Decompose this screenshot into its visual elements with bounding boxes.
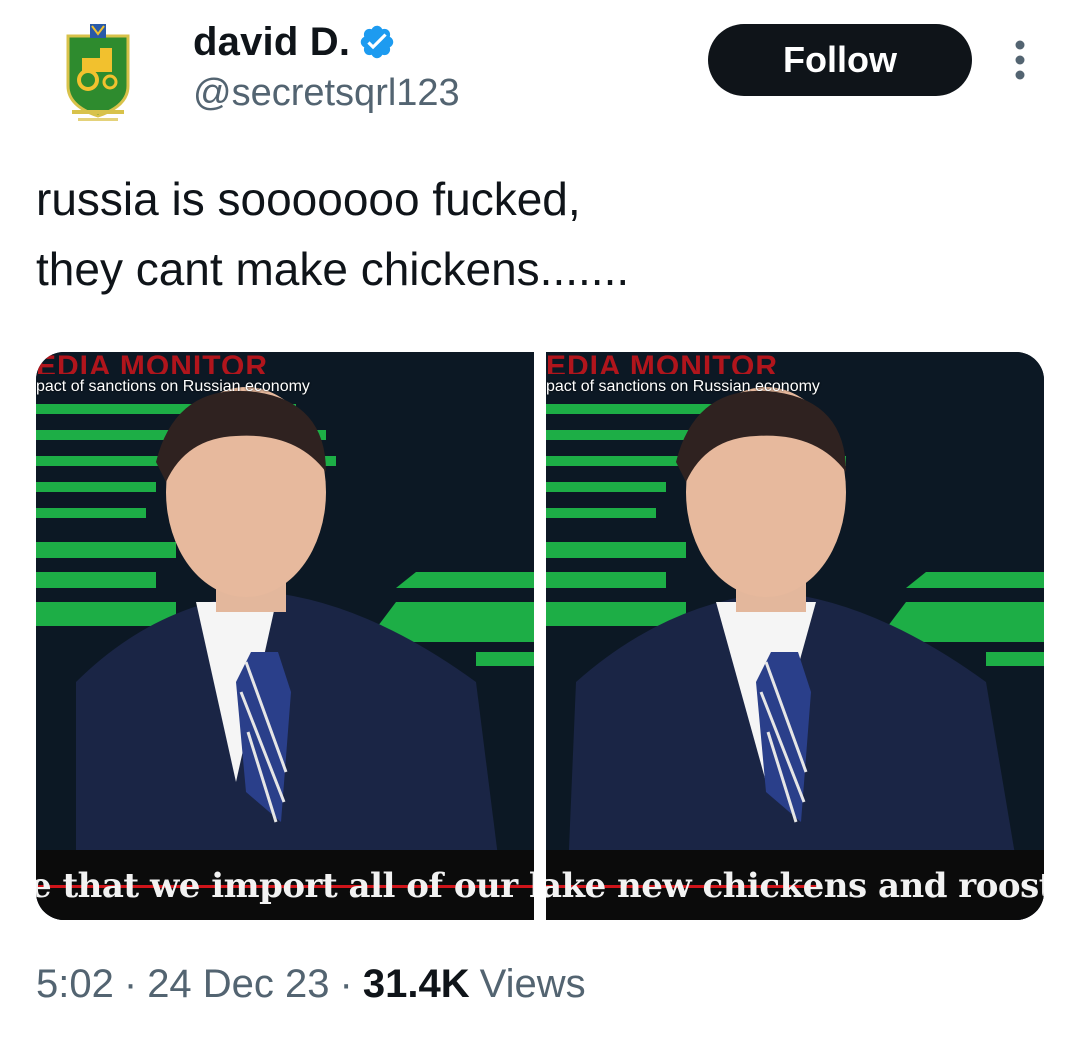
subtitle-bar: ake new chickens and roost [546, 850, 1044, 920]
more-options-button[interactable] [1000, 36, 1040, 86]
tweet-text: russia is sooooooo fucked, they cant mak… [36, 164, 1036, 304]
follow-button[interactable]: Follow [708, 24, 972, 96]
author-display-name[interactable]: david D. [193, 20, 350, 65]
verified-badge-icon [360, 25, 394, 59]
author-name-row[interactable]: david D. [193, 18, 396, 66]
tweet-time[interactable]: 5:02 [36, 962, 114, 1007]
broadcast-monitor-title: EDIA MONITOR [36, 352, 269, 374]
news-anchor-photo [36, 352, 534, 920]
broadcast-top-caption: pact of sanctions on Russian economy [546, 378, 820, 395]
tweet-text-line: they cant make chickens....... [36, 243, 630, 295]
author-handle[interactable]: @secretsqrl123 [193, 72, 460, 115]
subtitle-bar: e that we import all of our ha [36, 850, 534, 920]
media-image-2[interactable]: EDIA MONITOR pact of sanctions on Russia… [546, 352, 1044, 920]
more-vertical-icon [1015, 40, 1025, 80]
subtitle-text: ake new chickens and roost [546, 866, 1044, 906]
broadcast-top-caption: pact of sanctions on Russian economy [36, 378, 310, 395]
meta-separator: · [339, 962, 353, 1006]
crest-tractor-icon [66, 24, 130, 121]
views-label[interactable]: Views [480, 962, 586, 1007]
tweet-meta: 5:02 · 24 Dec 23 · 31.4K Views [36, 962, 586, 1007]
news-anchor-photo [546, 352, 1044, 920]
broadcast-monitor-title: EDIA MONITOR [546, 352, 779, 374]
avatar[interactable] [52, 18, 144, 130]
media-image-1[interactable]: EDIA MONITOR pact of sanctions on Russia… [36, 352, 534, 920]
meta-separator: · [123, 962, 138, 1006]
views-count[interactable]: 31.4K [363, 962, 470, 1007]
tweet-text-line: russia is sooooooo fucked, [36, 173, 581, 225]
tweet-date[interactable]: 24 Dec 23 [147, 962, 329, 1007]
subtitle-text: e that we import all of our ha [36, 866, 534, 906]
